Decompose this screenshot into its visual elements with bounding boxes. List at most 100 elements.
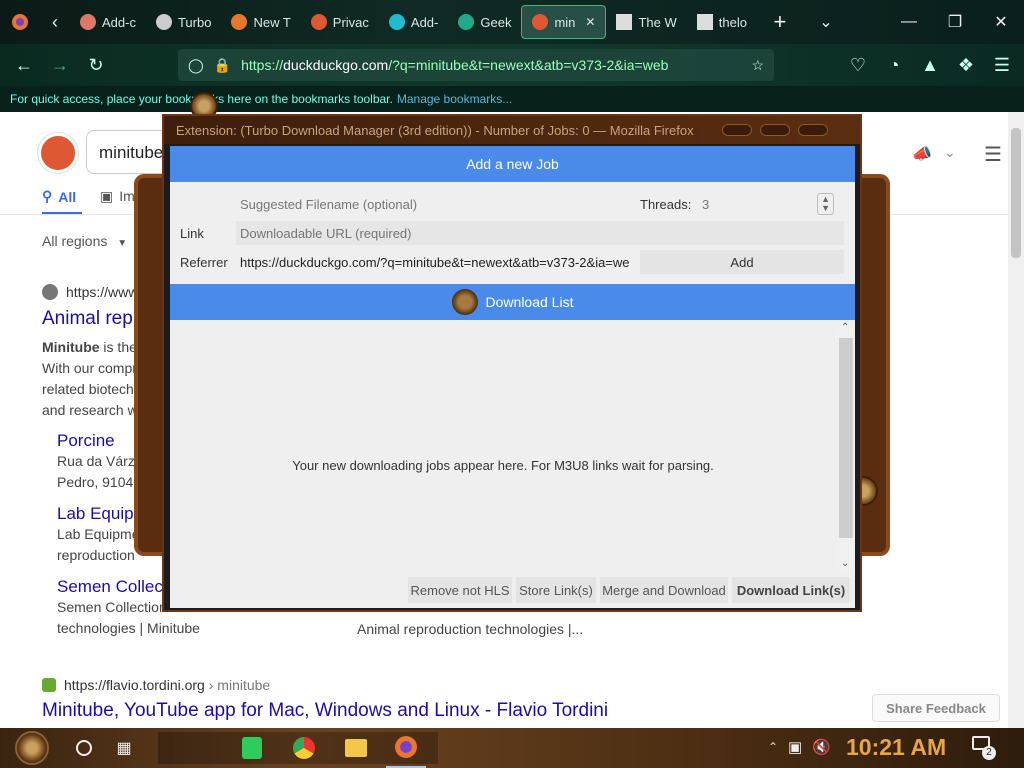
chrome-icon[interactable]	[284, 728, 324, 768]
stepper-arrows-icon[interactable]: ▲ ▼	[817, 193, 834, 215]
threads-stepper[interactable]: 3 ▲ ▼	[698, 192, 838, 216]
minimize-icon[interactable]: —	[886, 0, 932, 44]
tab-label: Turbo	[177, 14, 212, 30]
link-label: Link	[180, 226, 204, 241]
url-prefix: https://	[241, 57, 284, 73]
tab-label: min	[554, 14, 576, 30]
close-window-icon[interactable]: ✕	[978, 0, 1024, 44]
network-icon[interactable]: ▣	[788, 738, 802, 756]
tab-item[interactable]: New T	[221, 0, 300, 44]
tab-item[interactable]: Add-	[379, 0, 448, 44]
bee-icon	[451, 289, 478, 315]
tab-close-icon[interactable]: ✕	[585, 15, 595, 29]
filename-field[interactable]: Suggested Filename (optional)	[240, 197, 417, 212]
download-links-button[interactable]: Download Link(s)	[732, 577, 850, 603]
pocket-icon[interactable]: ♡	[840, 47, 876, 83]
manage-bookmarks-link[interactable]: Manage bookmarks...	[397, 92, 512, 106]
tab-item[interactable]: The W	[606, 0, 686, 44]
plant-icon	[42, 678, 56, 692]
extension-cat-icon[interactable]: ▲	[912, 47, 948, 83]
caret-up-icon[interactable]: ⌃	[768, 740, 778, 754]
tab-favicon-icon	[532, 14, 549, 30]
minimize-icon[interactable]	[722, 124, 752, 136]
link-input[interactable]	[236, 221, 844, 245]
url-bar[interactable]: ◯ 🔒 https://duckduckgo.com/?q=minitube&t…	[178, 49, 774, 81]
remove-not-hls-button[interactable]: Remove not HLS	[408, 577, 512, 603]
hamburger-menu-icon[interactable]: ☰	[984, 47, 1020, 83]
task-view-icon[interactable]: ▦	[104, 728, 144, 768]
result-url[interactable]: https://flavio.tordini.org › minitube	[42, 677, 270, 693]
tab-favicon-icon	[155, 14, 172, 30]
file-explorer-icon[interactable]	[336, 728, 376, 768]
tab-scroll-left-icon[interactable]: ‹	[40, 4, 70, 40]
tab-images[interactable]: ▣ Ima	[100, 188, 143, 205]
scrollbar-thumb[interactable]	[839, 338, 853, 538]
tab-favicon-icon	[80, 14, 96, 30]
tab-label: New T	[253, 14, 291, 30]
tab-label: Add-c	[102, 14, 136, 30]
add-button[interactable]: Add	[640, 250, 844, 274]
tab-bar: ‹ Add-c Turbo New T Privac Add- Geek min…	[0, 0, 1024, 44]
region-select[interactable]: All regions ▼	[42, 233, 127, 249]
tab-item[interactable]: Turbo	[146, 0, 221, 44]
reload-icon[interactable]: ↻	[78, 47, 114, 83]
chevron-down-icon[interactable]: ⌄	[803, 0, 849, 44]
caret-down-icon: ▼	[117, 238, 128, 249]
firefox-menu-icon[interactable]	[0, 2, 40, 42]
shield-icon[interactable]: ◯	[188, 57, 204, 74]
gear-icon	[15, 731, 49, 765]
maximize-icon[interactable]	[760, 124, 790, 136]
notes-app-icon[interactable]	[232, 728, 272, 768]
timer-icon[interactable]: ◔	[876, 47, 912, 83]
tab-item[interactable]: Privac	[301, 0, 379, 44]
referrer-input[interactable]: https://duckduckgo.com/?q=minitube&t=new…	[236, 250, 631, 274]
tab-item[interactable]: thelo	[687, 0, 757, 44]
tab-all[interactable]: ⚲ All	[42, 188, 76, 205]
forward-arrow-icon[interactable]: →	[42, 47, 78, 83]
back-arrow-icon[interactable]: ←	[6, 47, 42, 83]
megaphone-icon[interactable]: 📣	[912, 144, 932, 164]
menu-icon[interactable]: ☰	[984, 142, 1002, 167]
add-job-header: Add a new Job	[170, 146, 855, 182]
notification-center-icon[interactable]: 2	[972, 736, 996, 760]
chevron-down-icon[interactable]: ⌄	[944, 144, 956, 161]
sublink-title[interactable]: Lab Equipm	[57, 504, 148, 524]
share-feedback-button[interactable]: Share Feedback	[872, 694, 1000, 722]
tab-item-active[interactable]: min ✕	[521, 5, 607, 39]
puzzle-icon[interactable]: ❖	[948, 47, 984, 83]
start-button[interactable]	[0, 728, 64, 768]
result-title[interactable]: Animal repro	[42, 308, 150, 330]
scroll-down-icon[interactable]: ⌄	[841, 558, 849, 569]
extension-window-title: Extension: (Turbo Download Manager (3rd …	[176, 122, 694, 138]
new-tab-icon[interactable]: +	[757, 0, 803, 44]
url-path: /?q=minitube&t=newext&atb=v373-2&ia=web	[388, 57, 669, 73]
tab-favicon-icon	[696, 14, 713, 30]
tab-label: The W	[638, 14, 677, 30]
firefox-taskbar-icon[interactable]	[386, 728, 426, 768]
result-title[interactable]: Minitube, YouTube app for Mac, Windows a…	[42, 700, 608, 722]
result-url-host: https://flavio.tordini.org	[64, 677, 205, 693]
duckduckgo-logo[interactable]	[38, 133, 78, 173]
tab-all-label: All	[58, 188, 77, 205]
store-links-button[interactable]: Store Link(s)	[516, 577, 596, 603]
cortana-icon[interactable]	[64, 728, 104, 768]
page-scrollbar[interactable]	[1008, 112, 1024, 728]
maximize-icon[interactable]: ❐	[932, 0, 978, 44]
tab-favicon-icon	[231, 14, 248, 30]
close-icon[interactable]	[798, 124, 828, 136]
tab-item[interactable]: Add-c	[70, 0, 146, 44]
empty-list-message: Your new downloading jobs appear here. F…	[292, 458, 714, 473]
sublink-text: reproduction	[57, 547, 135, 563]
star-icon[interactable]: ☆	[751, 57, 764, 74]
clock[interactable]: 10:21 AM	[846, 734, 946, 761]
tab-favicon-icon	[388, 14, 405, 30]
lock-icon[interactable]: 🔒	[214, 57, 231, 74]
threads-value: 3	[702, 196, 710, 212]
snippet-bold: Minitube	[42, 339, 100, 355]
scroll-up-icon[interactable]: ⌃	[841, 322, 849, 333]
list-scrollbar[interactable]: ⌃ ⌄	[838, 322, 854, 572]
image-icon: ▣	[100, 188, 114, 204]
tab-item[interactable]: Geek	[448, 0, 521, 44]
merge-and-download-button[interactable]: Merge and Download	[600, 577, 728, 603]
volume-muted-icon[interactable]: 🔇	[812, 738, 831, 756]
